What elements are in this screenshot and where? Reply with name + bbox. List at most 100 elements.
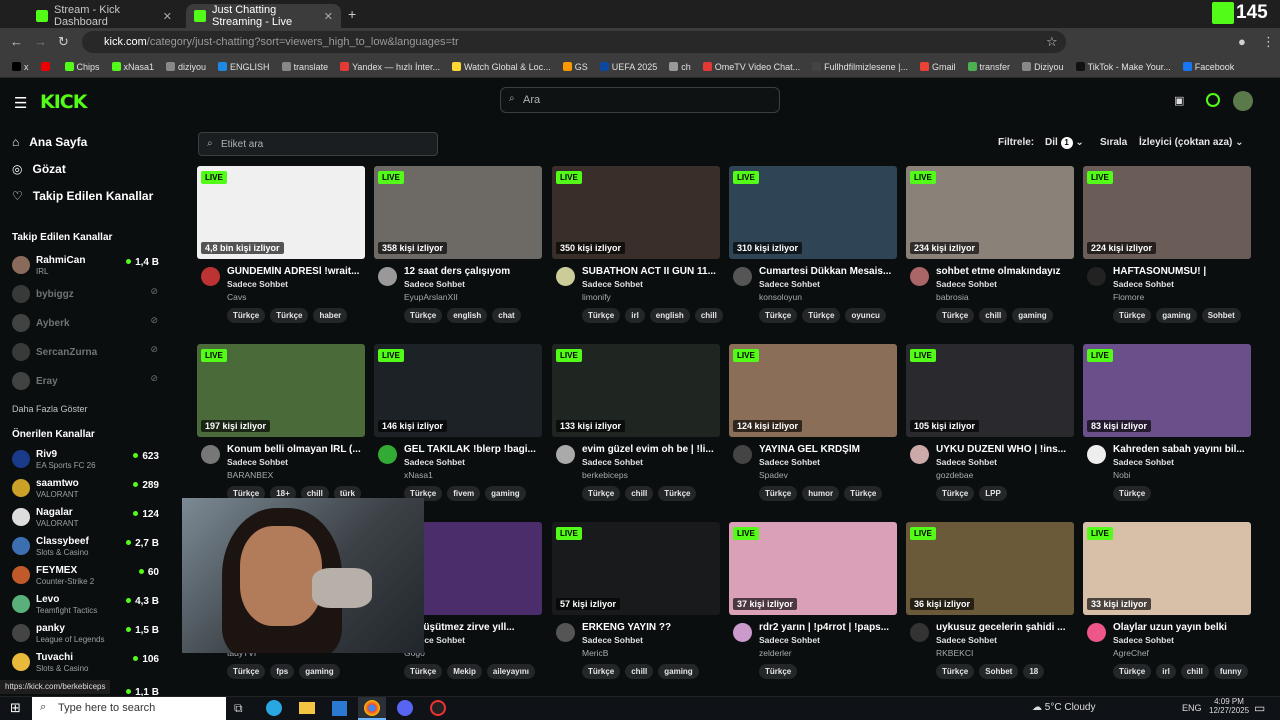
- tag-chip[interactable]: gaming: [299, 664, 340, 679]
- stream-card[interactable]: LIVE 36 kişi izliyor uykusuz gecelerin şah…: [906, 522, 1074, 692]
- tag-chip[interactable]: Türkçe: [227, 664, 266, 679]
- avatar[interactable]: [201, 267, 220, 286]
- tag-chip[interactable]: chill: [694, 308, 723, 323]
- channel-name[interactable]: gozdebae: [936, 470, 973, 480]
- stream-card[interactable]: LIVE 133 kişi izliyor evim güzel evim oh b…: [552, 344, 720, 514]
- new-tab-icon[interactable]: +: [348, 6, 356, 22]
- tag-chip[interactable]: chill: [625, 486, 654, 501]
- close-icon[interactable]: ✕: [324, 10, 333, 23]
- weather-widget[interactable]: ☁ 5°C Cloudy: [1032, 702, 1095, 713]
- channel-name[interactable]: babrosia: [936, 292, 969, 302]
- tag-chip[interactable]: Sohbet: [979, 664, 1019, 679]
- tag-chip[interactable]: aileyayını: [486, 664, 535, 679]
- stream-card[interactable]: LIVE 224 kişi izliyor HAFTASONUMSU! | Sadec…: [1083, 166, 1251, 336]
- tag-chip[interactable]: Türkçe: [404, 664, 443, 679]
- nav-browse[interactable]: ◎ Gözat: [12, 162, 66, 176]
- bookmark-item[interactable]: GS: [557, 62, 594, 72]
- sidebar-channel[interactable]: Tuvachi Slots & Casino 106: [12, 651, 162, 677]
- user-avatar[interactable]: [1233, 91, 1253, 111]
- hamburger-menu-icon[interactable]: ☰: [14, 94, 27, 112]
- stream-thumbnail[interactable]: LIVE 36 kişi izliyor: [906, 522, 1074, 615]
- category-link[interactable]: Sadece Sohbet: [582, 635, 643, 645]
- avatar[interactable]: [910, 267, 929, 286]
- stream-card[interactable]: LIVE 37 kişi izliyor rdr2 yarın | !p4rrot …: [729, 522, 897, 692]
- tag-chip[interactable]: Türkçe: [227, 308, 266, 323]
- tag-chip[interactable]: Türkçe: [1113, 308, 1152, 323]
- avatar[interactable]: [1087, 445, 1106, 464]
- bookmark-item[interactable]: transfer: [962, 62, 1017, 72]
- sidebar-channel[interactable]: Ayberk ⊘: [12, 312, 162, 338]
- category-link[interactable]: Sadece Sohbet: [582, 457, 643, 467]
- bookmark-item[interactable]: UEFA 2025: [594, 62, 664, 72]
- store-icon[interactable]: [332, 701, 347, 716]
- channel-name[interactable]: xNasa1: [404, 470, 433, 480]
- category-link[interactable]: Sadece Sohbet: [582, 279, 643, 289]
- stream-thumbnail[interactable]: LIVE 57 kişi izliyor: [552, 522, 720, 615]
- stream-card[interactable]: LIVE 124 kişi izliyor YAYINA GEL KRDŞİM Sad…: [729, 344, 897, 514]
- tag-chip[interactable]: chill: [1180, 664, 1209, 679]
- stream-thumbnail[interactable]: LIVE 146 kişi izliyor: [374, 344, 542, 437]
- url-field[interactable]: kick.com/category/just-chatting?sort=vie…: [82, 31, 1066, 53]
- bookmark-item[interactable]: Chips: [59, 62, 106, 72]
- tag-chip[interactable]: chill: [979, 308, 1008, 323]
- stream-card[interactable]: LIVE 197 kişi izliyor Konum belli olmayan …: [197, 344, 365, 514]
- bookmark-item[interactable]: OmeTV Video Chat...: [697, 62, 806, 72]
- stream-thumbnail[interactable]: LIVE 234 kişi izliyor: [906, 166, 1074, 259]
- category-link[interactable]: Sadece Sohbet: [227, 457, 288, 467]
- bookmark-item[interactable]: TikTok - Make Your...: [1070, 62, 1177, 72]
- bookmark-star-icon[interactable]: ☆: [1046, 34, 1058, 50]
- tag-chip[interactable]: chat: [492, 308, 521, 323]
- tag-chip[interactable]: Türkçe: [582, 486, 621, 501]
- tag-chip[interactable]: Türkçe: [759, 308, 798, 323]
- stream-thumbnail[interactable]: LIVE 133 kişi izliyor: [552, 344, 720, 437]
- avatar[interactable]: [1087, 267, 1106, 286]
- avatar[interactable]: [733, 623, 752, 642]
- channel-name[interactable]: BARANBEX: [227, 470, 273, 480]
- task-view-icon[interactable]: ⧉: [234, 701, 243, 716]
- channel-name[interactable]: EyupArslanXII: [404, 292, 458, 302]
- notification-icon[interactable]: ▭: [1254, 701, 1265, 715]
- bookmark-item[interactable]: Watch Global & Loc...: [446, 62, 557, 72]
- category-link[interactable]: Sadece Sohbet: [404, 457, 465, 467]
- stream-card[interactable]: LIVE 234 kişi izliyor sohbet etme olmakınd…: [906, 166, 1074, 336]
- channel-name[interactable]: zelderler: [759, 648, 792, 658]
- avatar[interactable]: [910, 445, 929, 464]
- bookmark-item[interactable]: xNasa1: [106, 62, 161, 72]
- tag-chip[interactable]: LPP: [979, 486, 1007, 501]
- sidebar-channel[interactable]: RahmiCan IRL 1,4 B: [12, 254, 162, 280]
- nav-home[interactable]: ⌂ Ana Sayfa: [12, 135, 87, 149]
- channel-name[interactable]: Nobi: [1113, 470, 1130, 480]
- stream-card[interactable]: LIVE 4,8 bin kişi izliyor GÜNDEMİN ADRESİ …: [197, 166, 365, 336]
- nav-following[interactable]: ♡ Takip Edilen Kanallar: [12, 189, 153, 203]
- tag-chip[interactable]: Türkçe: [1113, 486, 1152, 501]
- menu-dots-icon[interactable]: ⋮: [1262, 34, 1275, 50]
- avatar[interactable]: [556, 267, 575, 286]
- category-link[interactable]: Sadece Sohbet: [227, 279, 288, 289]
- channel-name[interactable]: RKBEKCI: [936, 648, 973, 658]
- bookmark-item[interactable]: diziyou: [160, 62, 212, 72]
- show-more-link[interactable]: Daha Fazla Göster: [12, 404, 88, 414]
- kick-logo[interactable]: KICK: [40, 91, 87, 113]
- bookmark-item[interactable]: Facebook: [1177, 62, 1241, 72]
- tag-chip[interactable]: gaming: [1012, 308, 1053, 323]
- sidebar-channel[interactable]: FEYMEX Counter-Strike 2 60: [12, 564, 162, 590]
- channel-name[interactable]: berkebiceps: [582, 470, 628, 480]
- discord-icon[interactable]: [397, 700, 413, 716]
- back-icon[interactable]: ←: [10, 34, 23, 49]
- avatar[interactable]: [1087, 623, 1106, 642]
- avatar[interactable]: [556, 445, 575, 464]
- stream-card[interactable]: LIVE 358 kişi izliyor 12 saat ders çalışıy…: [374, 166, 542, 336]
- tag-chip[interactable]: irl: [625, 308, 645, 323]
- stream-card[interactable]: LIVE 105 kişi izliyor UYKU DÜZENİ WHO | !i…: [906, 344, 1074, 514]
- channel-name[interactable]: Spadev: [759, 470, 788, 480]
- stream-thumbnail[interactable]: LIVE 33 kişi izliyor: [1083, 522, 1251, 615]
- sidebar-channel[interactable]: saamtwo VALORANT 289: [12, 477, 162, 503]
- picture-in-picture-video[interactable]: [182, 498, 424, 653]
- tag-chip[interactable]: Türkçe: [582, 664, 621, 679]
- stream-thumbnail[interactable]: LIVE 4,8 bin kişi izliyor: [197, 166, 365, 259]
- stream-thumbnail[interactable]: LIVE 358 kişi izliyor: [374, 166, 542, 259]
- tag-chip[interactable]: Mekip: [447, 664, 482, 679]
- tag-chip[interactable]: irl: [1156, 664, 1176, 679]
- sort-select[interactable]: İzleyici (çoktan aza) ⌄: [1139, 137, 1244, 148]
- stream-card[interactable]: LIVE 350 kişi izliyor SUBATHON ACT II GÜN …: [552, 166, 723, 336]
